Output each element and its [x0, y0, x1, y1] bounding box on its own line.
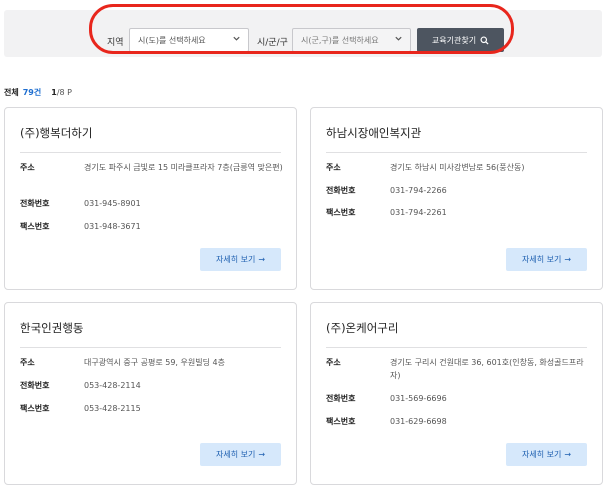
- card-divider: [20, 152, 281, 153]
- address-label: 주소: [326, 358, 341, 367]
- card-title: 한국인권행동: [20, 321, 84, 335]
- fax-value: 053-428-2115: [84, 404, 141, 413]
- institution-card: (주)행복더하기 주소 경기도 파주시 금빛로 15 미라클프라자 7층(금릉역…: [4, 107, 297, 290]
- card-title: (주)행복더하기: [20, 126, 93, 140]
- phone-label: 전화번호: [20, 381, 50, 390]
- detail-button[interactable]: 자세히 보기 →: [200, 443, 281, 466]
- address-value: 경기도 구리시 건원대로 36, 601호(인창동, 화성골드프라자): [390, 358, 584, 380]
- total-label: 전체: [4, 88, 19, 97]
- arrow-right-icon: →: [564, 255, 572, 264]
- address-label: 주소: [326, 163, 341, 172]
- phone-label: 전화번호: [326, 394, 356, 403]
- address-value: 경기도 하남시 미사강변남로 56(풍산동): [390, 163, 525, 172]
- total-count: 79건: [22, 88, 42, 97]
- phone-value: 031-794-2266: [390, 186, 447, 195]
- institution-card: (주)온케어구리 주소 경기도 구리시 건원대로 36, 601호(인창동, 화…: [310, 302, 603, 485]
- detail-button-label: 자세히 보기: [215, 255, 256, 264]
- detail-button-label: 자세히 보기: [215, 450, 256, 459]
- phone-label: 전화번호: [20, 199, 50, 208]
- arrow-right-icon: →: [258, 450, 266, 459]
- fax-value: 031-794-2261: [390, 208, 447, 217]
- phone-label: 전화번호: [326, 186, 356, 195]
- highlight-annotation: [89, 4, 514, 54]
- arrow-right-icon: →: [258, 255, 266, 264]
- card-divider: [326, 347, 587, 348]
- card-divider: [326, 152, 587, 153]
- detail-button-label: 자세히 보기: [521, 255, 562, 264]
- card-divider: [20, 347, 281, 348]
- address-label: 주소: [20, 163, 35, 172]
- address-label: 주소: [20, 358, 35, 367]
- result-summary: 전체 79건 1/8 P: [4, 87, 72, 98]
- address-value: 대구광역시 중구 공평로 59, 우원빌딩 4층: [84, 358, 225, 367]
- fax-label: 팩스번호: [326, 417, 356, 426]
- institution-card: 한국인권행동 주소 대구광역시 중구 공평로 59, 우원빌딩 4층 전화번호 …: [4, 302, 297, 485]
- detail-button-label: 자세히 보기: [521, 450, 562, 459]
- fax-value: 031-948-3671: [84, 222, 141, 231]
- detail-button[interactable]: 자세히 보기 →: [506, 443, 587, 466]
- detail-button[interactable]: 자세히 보기 →: [506, 248, 587, 271]
- phone-value: 031-569-6696: [390, 394, 447, 403]
- fax-value: 031-629-6698: [390, 417, 447, 426]
- institution-card: 하남시장애인복지관 주소 경기도 하남시 미사강변남로 56(풍산동) 전화번호…: [310, 107, 603, 290]
- fax-label: 팩스번호: [20, 404, 50, 413]
- address-value: 경기도 파주시 금빛로 15 미라클프라자 7층(금릉역 맞은편): [84, 163, 283, 172]
- phone-value: 031-945-8901: [84, 199, 141, 208]
- card-title: (주)온케어구리: [326, 321, 399, 335]
- detail-button[interactable]: 자세히 보기 →: [200, 248, 281, 271]
- fax-label: 팩스번호: [20, 222, 50, 231]
- arrow-right-icon: →: [564, 450, 572, 459]
- page-total: /8 P: [56, 88, 72, 97]
- card-title: 하남시장애인복지관: [326, 126, 422, 140]
- fax-label: 팩스번호: [326, 208, 356, 217]
- phone-value: 053-428-2114: [84, 381, 141, 390]
